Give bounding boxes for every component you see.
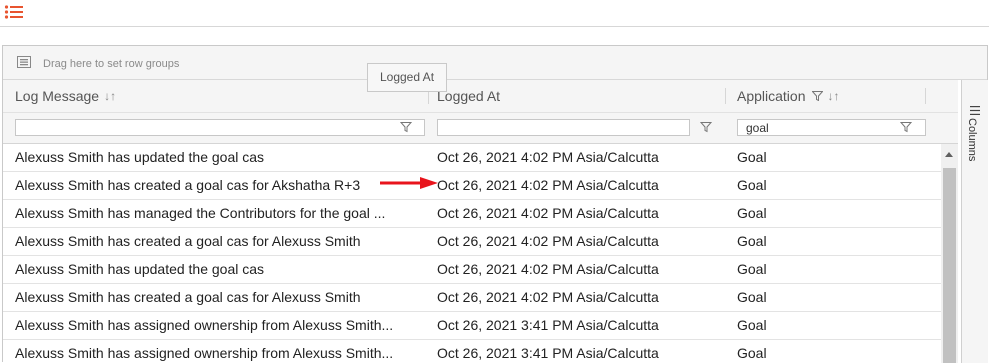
table-row[interactable]: Alexuss Smith has created a goal cas for… (3, 284, 941, 312)
columns-panel-tab[interactable]: Columns (966, 106, 984, 176)
column-header-row: Log Message ↓↑ Logged At Application ↓↑ (3, 80, 958, 113)
logged-at-cell: Oct 26, 2021 3:41 PM Asia/Calcutta (437, 317, 659, 333)
logged-at-cell: Oct 26, 2021 4:02 PM Asia/Calcutta (437, 233, 659, 249)
application-cell: Goal (737, 317, 767, 333)
grid-body: Alexuss Smith has updated the goal cas O… (3, 144, 941, 363)
table-row[interactable]: Alexuss Smith has created a goal cas for… (3, 172, 941, 200)
row-group-hint: Drag here to set row groups (43, 58, 180, 70)
log-message-cell: Alexuss Smith has updated the goal cas (15, 149, 265, 165)
application-filter-input[interactable] (737, 119, 926, 136)
log-message-cell: Alexuss Smith has assigned ownership fro… (15, 317, 394, 333)
header-log-message[interactable]: Log Message ↓↑ (15, 80, 116, 112)
table-row[interactable]: Alexuss Smith has updated the goal cas O… (3, 144, 941, 172)
vertical-scrollbar[interactable] (941, 144, 958, 363)
table-row[interactable]: Alexuss Smith has assigned ownership fro… (3, 340, 941, 363)
audit-log-grid: Drag here to set row groups Logged At Lo… (2, 45, 988, 363)
application-cell: Goal (737, 205, 767, 221)
sort-icon[interactable]: ↓↑ (828, 89, 840, 103)
logged-at-cell: Oct 26, 2021 3:41 PM Asia/Calcutta (437, 345, 659, 361)
application-cell: Goal (737, 289, 767, 305)
log-message-cell: Alexuss Smith has created a goal cas for… (15, 289, 361, 305)
table-row[interactable]: Alexuss Smith has created a goal cas for… (3, 228, 941, 256)
column-resize-handle[interactable] (725, 88, 726, 104)
column-resize-handle[interactable] (925, 88, 926, 104)
scroll-up-arrow-icon[interactable] (945, 152, 953, 157)
table-row[interactable]: Alexuss Smith has assigned ownership fro… (3, 312, 941, 340)
red-arrow-annotation-icon (380, 177, 438, 189)
top-toolbar (0, 0, 989, 27)
table-row[interactable]: Alexuss Smith has updated the goal cas O… (3, 256, 941, 284)
scrollbar-thumb[interactable] (943, 168, 956, 363)
log-message-cell: Alexuss Smith has assigned ownership fro… (15, 345, 394, 361)
columns-label: Columns (966, 118, 978, 162)
logged-at-cell: Oct 26, 2021 4:02 PM Asia/Calcutta (437, 177, 659, 193)
header-application[interactable]: Application ↓↑ (737, 80, 840, 112)
sort-icon[interactable]: ↓↑ (104, 89, 116, 103)
application-cell: Goal (737, 261, 767, 277)
table-row[interactable]: Alexuss Smith has managed the Contributo… (3, 200, 941, 228)
logged-at-cell: Oct 26, 2021 4:02 PM Asia/Calcutta (437, 205, 659, 221)
log-message-filter-input[interactable] (15, 119, 425, 136)
filter-icon[interactable] (700, 121, 712, 133)
column-tooltip: Logged At (367, 63, 447, 92)
logged-at-cell: Oct 26, 2021 4:02 PM Asia/Calcutta (437, 261, 659, 277)
row-group-panel[interactable]: Drag here to set row groups (3, 46, 987, 80)
application-cell: Goal (737, 233, 767, 249)
logged-at-cell: Oct 26, 2021 4:02 PM Asia/Calcutta (437, 149, 659, 165)
application-cell: Goal (737, 345, 767, 361)
application-cell: Goal (737, 149, 767, 165)
header-label: Application (737, 88, 806, 104)
application-cell: Goal (737, 177, 767, 193)
filter-icon[interactable] (900, 121, 912, 133)
columns-icon (970, 106, 980, 115)
filter-active-icon[interactable] (811, 91, 823, 101)
log-message-cell: Alexuss Smith has created a goal cas for… (15, 233, 361, 249)
floating-filter-row (3, 113, 958, 144)
logged-at-filter-input[interactable] (437, 119, 690, 136)
logged-at-cell: Oct 26, 2021 4:02 PM Asia/Calcutta (437, 289, 659, 305)
log-message-cell: Alexuss Smith has created a goal cas for… (15, 177, 361, 193)
log-message-cell: Alexuss Smith has updated the goal cas (15, 261, 265, 277)
side-tool-panel: Columns (961, 80, 988, 363)
row-group-icon (17, 56, 31, 68)
header-label: Log Message (15, 88, 100, 104)
log-message-cell: Alexuss Smith has managed the Contributo… (15, 205, 386, 221)
filter-icon[interactable] (400, 121, 412, 133)
list-icon[interactable] (4, 4, 24, 22)
